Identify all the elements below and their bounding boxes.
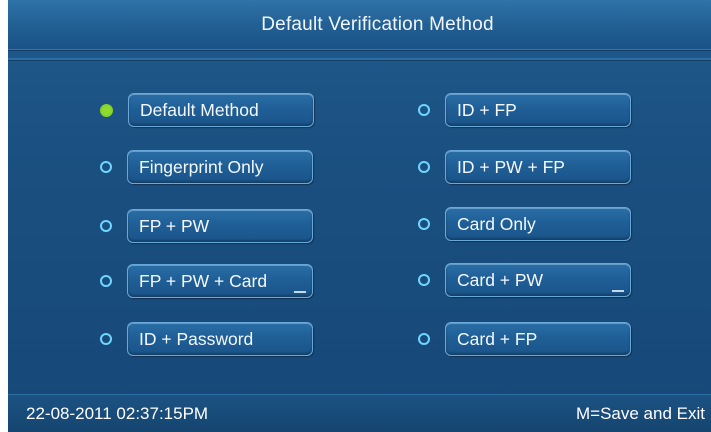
option-fp-pw-card[interactable]: FP + PW + Card — [100, 264, 313, 298]
option-button[interactable]: FP + PW + Card — [127, 264, 313, 298]
option-label: ID + FP — [457, 99, 517, 120]
title-separator — [8, 58, 711, 60]
radio-icon[interactable] — [100, 333, 112, 345]
title-bar: Default Verification Method — [8, 0, 711, 51]
datetime-display: 22-08-2011 02:37:15PM — [26, 404, 209, 423]
radio-icon[interactable] — [418, 104, 430, 116]
radio-selected-icon[interactable] — [100, 103, 113, 117]
option-card-fp[interactable]: Card + FP — [418, 322, 631, 356]
radio-icon[interactable] — [100, 220, 112, 232]
option-label: FP + PW — [139, 215, 210, 236]
option-label: FP + PW + Card — [139, 270, 268, 291]
option-fp-pw[interactable]: FP + PW — [100, 209, 313, 243]
option-button[interactable]: FP + PW — [127, 209, 313, 243]
option-label: ID + Password — [139, 328, 254, 349]
option-default-method[interactable]: Default Method — [100, 93, 314, 127]
radio-icon[interactable] — [418, 274, 430, 286]
option-card-only[interactable]: Card Only — [418, 207, 631, 241]
option-button[interactable]: Card + PW — [445, 263, 631, 297]
radio-icon[interactable] — [418, 161, 430, 173]
option-label: Fingerprint Only — [139, 156, 264, 177]
option-id-fp[interactable]: ID + FP — [418, 93, 631, 127]
save-exit-hint: M=Save and Exit — [576, 404, 705, 423]
radio-icon[interactable] — [100, 275, 112, 287]
option-fingerprint-only[interactable]: Fingerprint Only — [100, 150, 313, 184]
option-button[interactable]: Fingerprint Only — [127, 150, 313, 184]
option-button[interactable]: ID + PW + FP — [445, 150, 631, 184]
option-label: ID + PW + FP — [457, 156, 565, 177]
option-label: Card + FP — [457, 328, 538, 349]
verification-screen: Default Verification Method Default Meth… — [8, 0, 711, 432]
option-button[interactable]: ID + Password — [127, 322, 313, 356]
option-card-pw[interactable]: Card + PW — [418, 263, 631, 297]
radio-icon[interactable] — [100, 161, 112, 173]
radio-icon[interactable] — [418, 218, 430, 230]
status-bar: 22-08-2011 02:37:15PM M=Save and Exit — [8, 394, 711, 432]
option-button[interactable]: Default Method — [128, 93, 314, 127]
option-button[interactable]: ID + FP — [445, 93, 631, 127]
option-button[interactable]: Card + FP — [445, 322, 631, 356]
page-title: Default Verification Method — [261, 14, 494, 35]
option-id-pw-fp[interactable]: ID + PW + FP — [418, 150, 631, 184]
radio-icon[interactable] — [418, 333, 430, 345]
option-button[interactable]: Card Only — [445, 207, 631, 241]
option-label: Card + PW — [457, 269, 544, 290]
option-label: Card Only — [457, 213, 536, 234]
option-id-password[interactable]: ID + Password — [100, 322, 313, 356]
option-label: Default Method — [140, 99, 259, 120]
